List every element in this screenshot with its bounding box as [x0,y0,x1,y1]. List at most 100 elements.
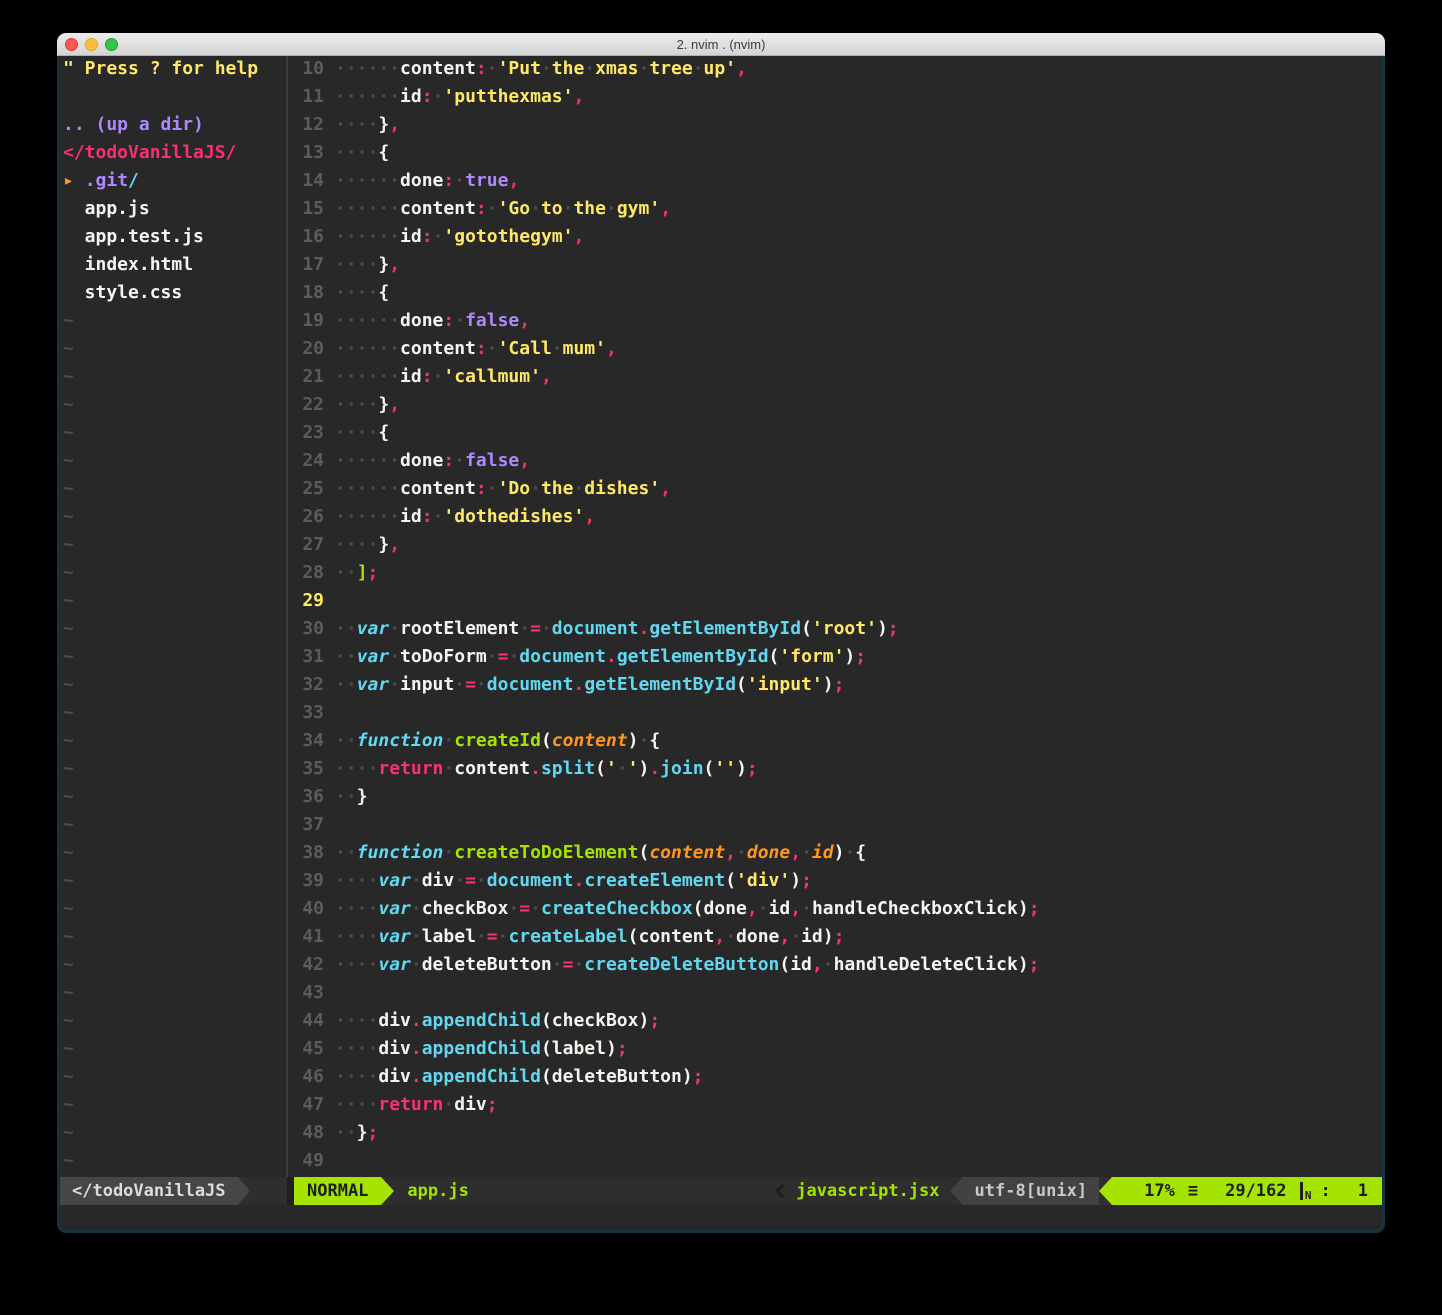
code-line[interactable]: 17····}, [291,254,1382,282]
code-line[interactable]: 42····var·deleteButton·=·createDeleteBut… [291,954,1382,982]
code-line[interactable]: 11······id:·'putthexmas', [291,86,1382,114]
sidebar-item-dir[interactable]: ▸ .git/ [63,170,284,198]
code-line[interactable]: 27····}, [291,534,1382,562]
code-line[interactable]: 40····var·checkBox·=·createCheckbox(done… [291,898,1382,926]
sidebar-line[interactable]: </todoVanillaJS/ [63,142,284,170]
code-line[interactable]: 18····{ [291,282,1382,310]
code-token: : [476,478,487,499]
code-token: ' [606,758,617,779]
code-line[interactable]: 14······done:·true, [291,170,1382,198]
code-line[interactable]: 20······content:·'Call·mum', [291,338,1382,366]
code-line[interactable]: 24······done:·false, [291,450,1382,478]
code-line[interactable]: 22····}, [291,394,1382,422]
code-line[interactable]: 16······id:·'gotothegym', [291,226,1382,254]
line-number: 33 [291,702,324,723]
code-token: , [389,254,400,275]
code-line[interactable]: 45····div.appendChild(label); [291,1038,1382,1066]
code-line[interactable]: 48··}; [291,1122,1382,1150]
code-token: ···· [335,114,378,135]
sidebar-line[interactable]: .. (up a dir) [63,114,284,142]
code-line[interactable]: 49 [291,1150,1382,1177]
code-token: ······ [335,338,400,359]
code-token: document [487,674,574,695]
code-line[interactable]: 30··var·rootElement·=·document.getElemen… [291,618,1382,646]
code-line[interactable]: 10······content:·'Put·the·xmas·tree·up', [291,58,1382,86]
code-token: : [476,58,487,79]
code-token: div [422,870,455,891]
close-button[interactable] [65,38,78,51]
code-token: ···· [335,142,378,163]
code-token: ···· [335,1038,378,1059]
file-explorer-sidebar[interactable]: " Press ? for help.. (up a dir)</todoVan… [60,56,284,1177]
code-line[interactable]: 37 [291,814,1382,842]
code-token: ) [736,758,747,779]
cursor-column: 1 [1358,1177,1368,1205]
code-line[interactable]: 33 [291,702,1382,730]
sidebar-item-file[interactable]: app.js [63,198,284,226]
code-line[interactable]: 35····return·content.split('·').join('')… [291,758,1382,786]
line-number: 37 [291,814,324,835]
code-line[interactable]: 19······done:·false, [291,310,1382,338]
code-token: · [476,674,487,695]
code-line[interactable]: 34··function·createId(content)·{ [291,730,1382,758]
code-line[interactable]: 46····div.appendChild(deleteButton); [291,1066,1382,1094]
tilde-marker: ~ [63,1094,74,1115]
code-token: ······ [335,226,400,247]
line-number: 41 [291,926,324,947]
code-line[interactable]: 23····{ [291,422,1382,450]
code-token: var [357,674,390,695]
code-line[interactable]: 21······id:·'callmum', [291,366,1382,394]
code-token: { [378,142,389,163]
code-line[interactable]: 44····div.appendChild(checkBox); [291,1010,1382,1038]
code-line[interactable]: 25······content:·'Do·the·dishes', [291,478,1382,506]
code-token: ) [834,842,845,863]
code-token: join [660,758,703,779]
code-line[interactable]: 47····return·div; [291,1094,1382,1122]
code-line[interactable]: 28··]; [291,562,1382,590]
sidebar-item-file[interactable]: index.html [63,254,284,282]
tilde-marker: ~ [63,1150,74,1171]
code-token: , [541,366,552,387]
code-line[interactable]: 15······content:·'Go·to·the·gym', [291,198,1382,226]
code-editor[interactable]: 10······content:·'Put·the·xmas·tree·up',… [291,56,1382,1177]
code-line[interactable]: 38··function·createToDoElement(content,·… [291,842,1382,870]
window-split-divider[interactable] [284,56,291,1177]
code-token: { [378,422,389,443]
code-token: ···· [335,1066,378,1087]
window-titlebar[interactable]: 2. nvim . (nvim) [57,33,1385,56]
code-token: } [378,254,389,275]
code-token: the [541,478,574,499]
powerline-arrow-icon [238,1177,250,1205]
code-line[interactable]: 12····}, [291,114,1382,142]
code-line[interactable]: 36··} [291,786,1382,814]
tilde-marker: ~ [63,926,74,947]
line-number: 27 [291,534,324,555]
code-line[interactable]: 41····var·label·=·createLabel(content,·d… [291,926,1382,954]
code-line[interactable]: 32··var·input·=·document.getElementById(… [291,674,1382,702]
sidebar-item-file[interactable]: app.test.js [63,226,284,254]
sidebar-token: .git [85,170,128,191]
code-token: dishes' [584,478,660,499]
code-token: ( [801,618,812,639]
code-token: ( [638,842,649,863]
code-token: · [541,618,552,639]
sidebar-lines: " Press ? for help.. (up a dir)</todoVan… [63,58,284,1177]
code-line[interactable]: 26······id:·'dothedishes', [291,506,1382,534]
line-number: 12 [291,114,324,135]
code-line[interactable]: 39····var·div·=·document.createElement('… [291,870,1382,898]
code-line[interactable]: 31··var·toDoForm·=·document.getElementBy… [291,646,1382,674]
code-token: 'dothedishes' [443,506,584,527]
code-token: ; [1029,954,1040,975]
code-token: ···· [335,870,378,891]
code-token: } [357,1122,368,1143]
command-line[interactable] [60,1205,1382,1230]
code-line[interactable]: 29 [291,590,1382,618]
code-token: · [454,674,465,695]
code-line[interactable]: 13····{ [291,142,1382,170]
empty-line-tilde: ~ [63,758,284,786]
code-line[interactable]: 43 [291,982,1382,1010]
sidebar-item-file[interactable]: style.css [63,282,284,310]
code-token: . [573,674,584,695]
zoom-button[interactable] [105,38,118,51]
minimize-button[interactable] [85,38,98,51]
